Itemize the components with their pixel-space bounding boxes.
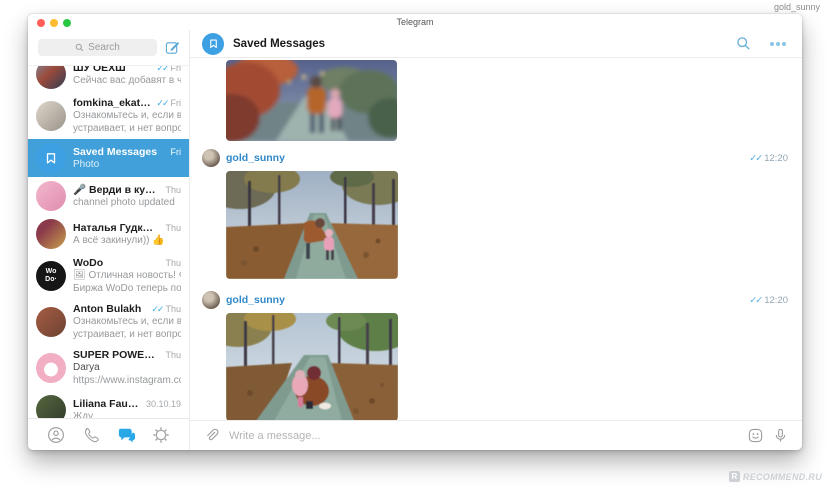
- chat-preview: channel photo updated: [73, 196, 181, 209]
- watermark: R RECOMMEND.RU: [729, 471, 822, 482]
- chat-time: 30.10.19: [143, 399, 181, 409]
- microphone-icon[interactable]: [773, 428, 788, 443]
- tabbar: [28, 418, 189, 450]
- chat-preview: А всё закинули)) 👍: [73, 234, 181, 247]
- avatar: [36, 181, 66, 211]
- chat-preview: Ознакомьтесь и, если все: [73, 315, 181, 328]
- watermark-text: RECOMMEND.RU: [743, 472, 822, 482]
- compose-icon[interactable]: [165, 40, 180, 55]
- chat-list-item-saved-messages[interactable]: Saved Messages Fri Photo: [28, 139, 189, 177]
- chat-preview: Ознакомьтесь и, если все: [73, 109, 181, 122]
- titlebar: Telegram: [28, 14, 802, 30]
- window-title: Telegram: [28, 17, 802, 27]
- bookmark-icon: [208, 38, 219, 49]
- sender-name[interactable]: gold_sunny: [226, 294, 285, 306]
- chat-name: SUPER POWER! АКТИВ!: [73, 349, 158, 361]
- chat-list-item[interactable]: SUPER POWER! АКТИВ! Thu Darya https://www…: [28, 345, 189, 391]
- chat-name: ШУ ОЕХШ: [73, 66, 152, 74]
- sidebar: Search ШУ ОЕХШ ✓✓Fri Сейчас вас добавят в…: [28, 30, 190, 450]
- chat-preview: https://www.instagram.com/p/B4…: [73, 374, 181, 387]
- avatar: [36, 353, 66, 383]
- chat-list-item[interactable]: ШУ ОЕХШ ✓✓Fri Сейчас вас добавят в чат): [28, 66, 189, 93]
- avatar: [36, 101, 66, 131]
- emoji-icon[interactable]: [748, 428, 763, 443]
- chat-preview: Сейчас вас добавят в чат): [73, 74, 181, 87]
- chat-time: ✓✓Thu: [151, 304, 181, 315]
- composer: [190, 420, 802, 450]
- saved-messages-header-avatar: [202, 33, 224, 55]
- chat-header: Saved Messages: [190, 30, 802, 58]
- chat-list-item[interactable]: Anton Bulakh ✓✓Thu Ознакомьтесь и, если в…: [28, 299, 189, 345]
- tab-calls[interactable]: [81, 425, 101, 445]
- chat-time: ✓✓Fri: [156, 66, 181, 74]
- search-input[interactable]: Search: [38, 39, 157, 56]
- chat-name: Saved Messages: [73, 146, 164, 158]
- chats-icon: [117, 425, 136, 444]
- chat-time: Thu: [162, 223, 181, 233]
- chat-time: Thu: [162, 350, 181, 360]
- chat-list: ШУ ОЕХШ ✓✓Fri Сейчас вас добавят в чат) f…: [28, 66, 189, 418]
- gear-icon: [152, 426, 170, 444]
- saved-messages-avatar: [36, 143, 66, 173]
- chat-list-item[interactable]: WoDo· WoDo Thu 🖼 Отличная новость! Фрилан…: [28, 253, 189, 299]
- chat-list-item[interactable]: fomkina_ekaterina ✓✓Fri Ознакомьтесь и, е…: [28, 93, 189, 139]
- attach-paperclip-icon[interactable]: [204, 428, 219, 443]
- chat-time: ✓✓Fri: [156, 98, 181, 109]
- chat-search-button[interactable]: [736, 36, 751, 51]
- chat-preview: Биржа WoDo теперь полностью…: [73, 282, 181, 295]
- avatar: [36, 395, 66, 418]
- chat-time: Thu: [162, 258, 181, 268]
- avatar: [36, 219, 66, 249]
- contacts-icon: [47, 426, 65, 444]
- search-icon: [736, 36, 751, 51]
- chat-list-item[interactable]: Наталья Гудкова Thu А всё закинули)) 👍: [28, 215, 189, 253]
- chat-name: Anton Bulakh: [73, 303, 147, 315]
- chat-list-item[interactable]: 🎤 Верди в курсе 🌐 Thu channel photo updat…: [28, 177, 189, 215]
- chat-preview: 🖼 Отличная новость! Фриланс: [73, 269, 181, 282]
- sender-avatar[interactable]: [202, 291, 220, 309]
- message-list: gold_sunny ✓✓12:20: [190, 58, 802, 420]
- chat-preview: Darya: [73, 361, 181, 374]
- message-time: ✓✓12:20: [749, 153, 788, 164]
- chat-name: Liliana Fauna: [73, 398, 139, 410]
- message: gold_sunny ✓✓12:20: [202, 149, 788, 279]
- chat-name: fomkina_ekaterina: [73, 97, 152, 109]
- avatar: [36, 307, 66, 337]
- account-label: gold_sunny: [774, 2, 820, 12]
- phone-icon: [82, 426, 100, 444]
- chat-time: Thu: [162, 185, 181, 195]
- sender-name[interactable]: gold_sunny: [226, 152, 285, 164]
- telegram-window: Telegram Search ШУ ОЕХШ✓✓Fri Сейчас в: [28, 14, 802, 450]
- tab-settings[interactable]: [151, 425, 171, 445]
- message-input[interactable]: [229, 430, 738, 442]
- avatar: WoDo·: [36, 261, 66, 291]
- chat-name: 🎤 Верди в курсе 🌐: [73, 183, 158, 196]
- search-icon: [75, 43, 84, 52]
- chat-preview: Жду: [73, 410, 181, 419]
- watermark-badge-icon: R: [729, 471, 740, 482]
- more-options-button[interactable]: [770, 42, 786, 46]
- chat-time: Fri: [168, 147, 182, 157]
- chat-name: WoDo: [73, 257, 158, 269]
- chat-list-item[interactable]: Liliana Fauna 30.10.19 Жду: [28, 391, 189, 418]
- message-time: ✓✓12:20: [749, 295, 788, 306]
- photo-message-image[interactable]: [226, 60, 397, 141]
- sender-avatar[interactable]: [202, 149, 220, 167]
- chat-name: Наталья Гудкова: [73, 222, 158, 234]
- photo-message-image[interactable]: [226, 313, 398, 420]
- bookmark-icon: [44, 151, 58, 165]
- search-placeholder: Search: [88, 42, 120, 53]
- conversation-pane: Saved Messages: [190, 30, 802, 450]
- chat-preview: устраивает, и нет вопросов – я…: [73, 122, 181, 135]
- chat-title: Saved Messages: [233, 38, 727, 50]
- tab-contacts[interactable]: [46, 425, 66, 445]
- message: gold_sunny ✓✓12:20: [202, 291, 788, 420]
- tab-chats[interactable]: [116, 425, 136, 445]
- chat-preview: устраивает, и нет вопросов – я…: [73, 328, 181, 341]
- chat-preview: Photo: [73, 158, 181, 171]
- avatar: [36, 66, 66, 89]
- photo-message-image[interactable]: [226, 171, 398, 279]
